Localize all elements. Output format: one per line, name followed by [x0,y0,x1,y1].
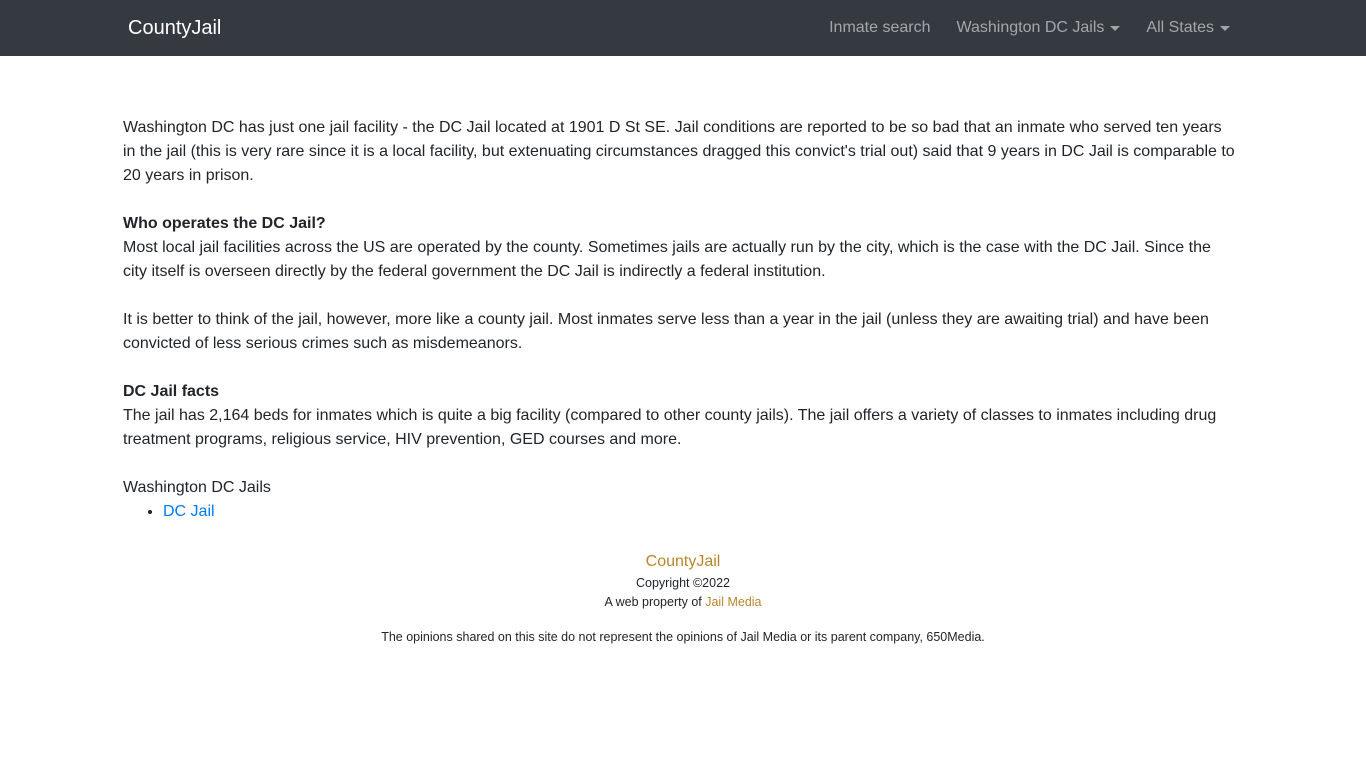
caret-down-icon [1110,25,1121,31]
jails-list-title: Washington DC Jails [123,479,271,496]
section-body-dc-jail-facts: The jail has 2,164 beds for inmates whic… [123,407,1217,448]
section-dc-jail-facts: DC Jail facts The jail has 2,164 beds fo… [123,380,1238,452]
caret-down-icon [1220,25,1230,31]
paragraph-county-jail: It is better to think of the jail, howev… [123,311,1209,352]
footer-copyright: Copyright ©2022 [636,576,730,590]
section-heading-who-operates: Who operates the DC Jail? [123,215,326,232]
section-heading-dc-jail-facts: DC Jail facts [123,383,220,400]
footer-disclaimer: The opinions shared on this site do not … [381,630,985,644]
nav-all-states-label: All States [1146,19,1214,36]
top-navbar: CountyJail Inmate search Washington DC J… [0,0,1366,56]
list-item: DC Jail [163,500,1238,524]
nav-washington-dc-jails-label: Washington DC Jails [956,19,1105,36]
nav-washington-dc-jails-dropdown[interactable]: Washington DC Jails [957,19,1121,37]
footer: CountyJail Copyright ©2022 A web propert… [0,550,1366,647]
jails-list: DC Jail [123,500,1238,524]
section-body-who-operates: Most local jail facilities across the US… [123,239,1211,280]
nav-all-states-dropdown[interactable]: All States [1146,19,1230,37]
nav-inmate-search-label: Inmate search [829,19,931,36]
intro-paragraph: Washington DC has just one jail facility… [123,119,1235,184]
footer-brand[interactable]: CountyJail [0,550,1366,574]
nav-inmate-search[interactable]: Inmate search [829,19,930,37]
footer-web-property: A web property of Jail Media [0,593,1366,612]
jail-media-link[interactable]: Jail Media [705,595,761,609]
footer-property-prefix: A web property of [604,595,702,609]
nav-links: Inmate search Washington DC Jails All St… [803,0,1230,56]
site-brand-link[interactable]: CountyJail [128,0,221,56]
dc-jail-link[interactable]: DC Jail [163,503,215,520]
section-who-operates: Who operates the DC Jail? Most local jai… [123,212,1238,284]
main-content: Washington DC has just one jail facility… [123,116,1238,524]
